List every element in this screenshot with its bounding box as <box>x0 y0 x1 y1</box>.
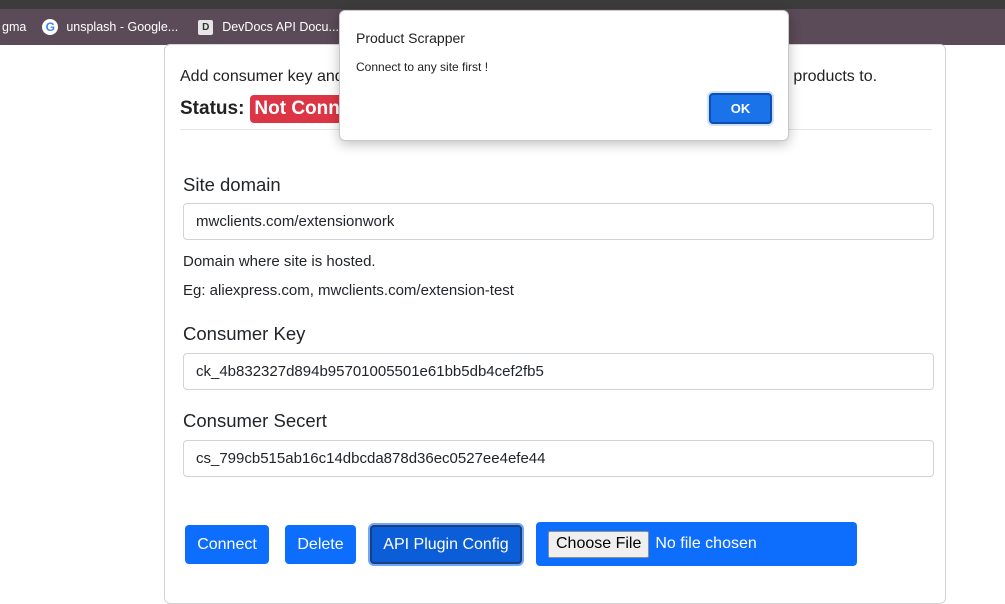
site-domain-label: Site domain <box>183 174 281 195</box>
consumer-secret-input[interactable] <box>183 440 934 477</box>
bookmark-devdocs[interactable]: D DevDocs API Docu... <box>198 19 339 35</box>
google-icon: G <box>42 19 59 35</box>
bookmark-gma[interactable]: gma <box>2 20 26 34</box>
file-status-text: No file chosen <box>655 535 757 552</box>
status-label: Status: <box>180 98 245 119</box>
consumer-key-label: Consumer Key <box>183 323 306 344</box>
file-input[interactable]: Choose File No file chosen <box>536 522 857 566</box>
site-domain-help: Domain where site is hosted. <box>183 253 376 270</box>
ok-button[interactable]: OK <box>709 93 772 124</box>
status-row: Status: Not Conne <box>180 95 355 123</box>
api-plugin-config-button[interactable]: API Plugin Config <box>370 525 522 564</box>
dialog-title: Product Scrapper <box>356 30 465 46</box>
choose-file-button[interactable]: Choose File <box>548 530 650 558</box>
intro-text-left: Add consumer key and <box>180 68 344 85</box>
devdocs-icon: D <box>198 19 214 35</box>
bookmark-unsplash[interactable]: G unsplash - Google... <box>42 19 178 35</box>
site-domain-example: Eg: aliexpress.com, mwclients.com/extens… <box>183 282 514 299</box>
delete-button[interactable]: Delete <box>285 525 356 564</box>
intro-text-right: r products to. <box>783 68 878 85</box>
site-domain-input[interactable] <box>183 203 934 240</box>
bookmark-label: unsplash - Google... <box>66 20 179 34</box>
bookmark-label: DevDocs API Docu... <box>222 20 339 34</box>
dialog-message: Connect to any site first ! <box>356 60 489 74</box>
consumer-key-input[interactable] <box>183 353 934 390</box>
connect-button[interactable]: Connect <box>185 525 269 564</box>
alert-dialog: Product Scrapper Connect to any site fir… <box>339 10 789 141</box>
browser-tab-strip <box>0 0 1005 9</box>
bookmark-label: gma <box>2 20 27 34</box>
consumer-secret-label: Consumer Secert <box>183 410 327 431</box>
